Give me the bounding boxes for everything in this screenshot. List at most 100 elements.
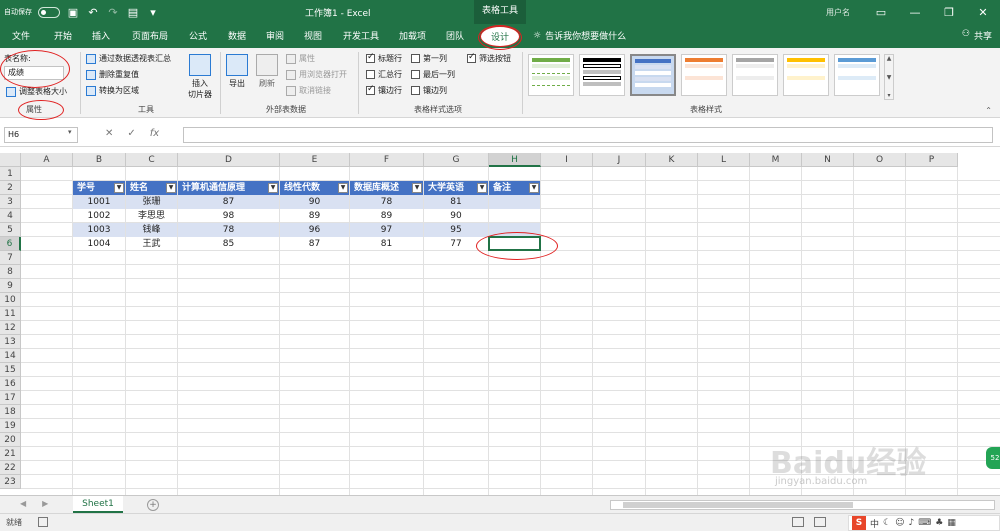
- sheet-tab-sheet1[interactable]: Sheet1: [73, 496, 123, 513]
- column-header[interactable]: P: [906, 153, 958, 167]
- scrollbar-thumb[interactable]: [623, 502, 853, 508]
- filter-dropdown-icon[interactable]: ▼: [268, 183, 278, 193]
- table-cell[interactable]: 78: [178, 223, 279, 237]
- row-header[interactable]: 13: [0, 335, 21, 349]
- table-header-cell[interactable]: 大学英语 ▼: [424, 181, 488, 195]
- cancel-icon[interactable]: ✕: [105, 128, 113, 139]
- table-cell[interactable]: [489, 195, 540, 209]
- row-header[interactable]: 4: [0, 209, 21, 223]
- table-cell[interactable]: 90: [424, 209, 488, 223]
- column-header[interactable]: I: [541, 153, 593, 167]
- row-header[interactable]: 8: [0, 265, 21, 279]
- save-icon[interactable]: ▣: [66, 5, 80, 19]
- insert-function-icon[interactable]: fx: [150, 128, 159, 139]
- header-row-checkbox[interactable]: 标题行: [366, 52, 402, 64]
- column-header[interactable]: C: [126, 153, 178, 167]
- unlink-button[interactable]: 取消链接: [286, 85, 331, 96]
- table-cell[interactable]: 钱峰: [126, 223, 177, 237]
- column-header[interactable]: O: [854, 153, 906, 167]
- remove-duplicates-button[interactable]: 删除重复值: [86, 69, 139, 80]
- table-cell[interactable]: 1003: [73, 223, 125, 237]
- column-header[interactable]: M: [750, 153, 802, 167]
- column-header[interactable]: G: [424, 153, 489, 167]
- table-cell[interactable]: 89: [350, 209, 423, 223]
- tab-team[interactable]: 团队: [446, 29, 464, 42]
- minimize-icon[interactable]: —: [898, 0, 932, 24]
- chevron-up-icon[interactable]: ▲: [887, 55, 892, 62]
- column-header[interactable]: H: [489, 153, 541, 167]
- add-sheet-icon[interactable]: +: [147, 499, 159, 511]
- row-header[interactable]: 22: [0, 461, 21, 475]
- column-header[interactable]: N: [802, 153, 854, 167]
- table-cell[interactable]: 97: [350, 223, 423, 237]
- refresh-button[interactable]: 刷新: [255, 54, 279, 89]
- row-header[interactable]: 17: [0, 391, 21, 405]
- macro-record-icon[interactable]: [38, 517, 48, 527]
- export-button[interactable]: 导出: [225, 54, 249, 89]
- filter-dropdown-icon[interactable]: ▼: [166, 183, 176, 193]
- tell-me-box[interactable]: ☼ 告诉我你想要做什么: [533, 29, 626, 43]
- first-column-checkbox[interactable]: 第一列: [411, 53, 447, 64]
- table-cell[interactable]: 98: [178, 209, 279, 223]
- column-header[interactable]: D: [178, 153, 280, 167]
- ime-language[interactable]: 中: [870, 517, 879, 530]
- table-cell[interactable]: 王武: [126, 237, 177, 251]
- insert-slicer-button[interactable]: 插入 切片器: [184, 54, 216, 100]
- column-header[interactable]: E: [280, 153, 350, 167]
- tab-page-layout[interactable]: 页面布局: [132, 29, 168, 42]
- customize-qat-icon[interactable]: ▾: [146, 5, 160, 19]
- table-style-option[interactable]: [681, 54, 727, 96]
- row-header[interactable]: 14: [0, 349, 21, 363]
- filter-dropdown-icon[interactable]: ▼: [114, 183, 124, 193]
- row-header[interactable]: 9: [0, 279, 21, 293]
- table-cell[interactable]: 81: [424, 195, 488, 209]
- table-cell[interactable]: 90: [280, 195, 349, 209]
- column-header[interactable]: F: [350, 153, 424, 167]
- row-header[interactable]: 6: [0, 237, 21, 251]
- table-style-option[interactable]: [528, 54, 574, 96]
- select-all-corner[interactable]: [0, 153, 21, 167]
- redo-icon[interactable]: ↷: [106, 5, 120, 19]
- table-header-cell[interactable]: 学号 ▼: [73, 181, 125, 195]
- tab-formulas[interactable]: 公式: [189, 29, 207, 42]
- moon-icon[interactable]: ☾: [883, 518, 891, 528]
- row-header[interactable]: 19: [0, 419, 21, 433]
- row-header[interactable]: 2: [0, 181, 21, 195]
- close-icon[interactable]: ✕: [966, 0, 1000, 24]
- row-header[interactable]: 16: [0, 377, 21, 391]
- collapse-ribbon-icon[interactable]: ⌃: [985, 106, 992, 115]
- name-box-dropdown-icon[interactable]: ▾: [68, 128, 72, 136]
- column-header[interactable]: A: [21, 153, 73, 167]
- toolbox-icon[interactable]: ▤: [126, 5, 140, 19]
- convert-to-range-button[interactable]: 转换为区域: [86, 85, 139, 96]
- table-header-cell[interactable]: 数据库概述 ▼: [350, 181, 423, 195]
- enter-icon[interactable]: ✓: [127, 128, 135, 139]
- undo-icon[interactable]: ↶: [86, 5, 100, 19]
- filter-dropdown-icon[interactable]: ▼: [477, 183, 487, 193]
- column-header[interactable]: J: [593, 153, 646, 167]
- table-cell[interactable]: 李思思: [126, 209, 177, 223]
- table-cell[interactable]: 1004: [73, 237, 125, 251]
- column-header[interactable]: B: [73, 153, 126, 167]
- banded-columns-checkbox[interactable]: 镶边列: [411, 85, 447, 96]
- user-name[interactable]: 用户名: [826, 7, 850, 18]
- tab-addins[interactable]: 加载项: [399, 29, 426, 42]
- table-style-option[interactable]: [783, 54, 829, 96]
- tab-file[interactable]: 文件: [12, 29, 30, 42]
- table-style-option-selected[interactable]: [630, 54, 676, 96]
- share-button[interactable]: ⚇ 共享: [962, 29, 992, 42]
- formula-input[interactable]: [183, 127, 993, 143]
- filter-dropdown-icon[interactable]: ▼: [529, 183, 539, 193]
- keyboard-icon[interactable]: ⌨: [918, 518, 931, 528]
- smile-icon[interactable]: ☺: [895, 518, 904, 528]
- table-cell[interactable]: 张珊: [126, 195, 177, 209]
- name-box[interactable]: H6: [4, 127, 78, 143]
- row-header[interactable]: 1: [0, 167, 21, 181]
- open-in-browser-button[interactable]: 用浏览器打开: [286, 69, 347, 80]
- grid-icon[interactable]: ▦: [947, 518, 956, 528]
- tab-review[interactable]: 审阅: [266, 29, 284, 42]
- row-header[interactable]: 12: [0, 321, 21, 335]
- row-header[interactable]: 21: [0, 447, 21, 461]
- normal-view-icon[interactable]: [792, 517, 804, 527]
- column-header[interactable]: K: [646, 153, 698, 167]
